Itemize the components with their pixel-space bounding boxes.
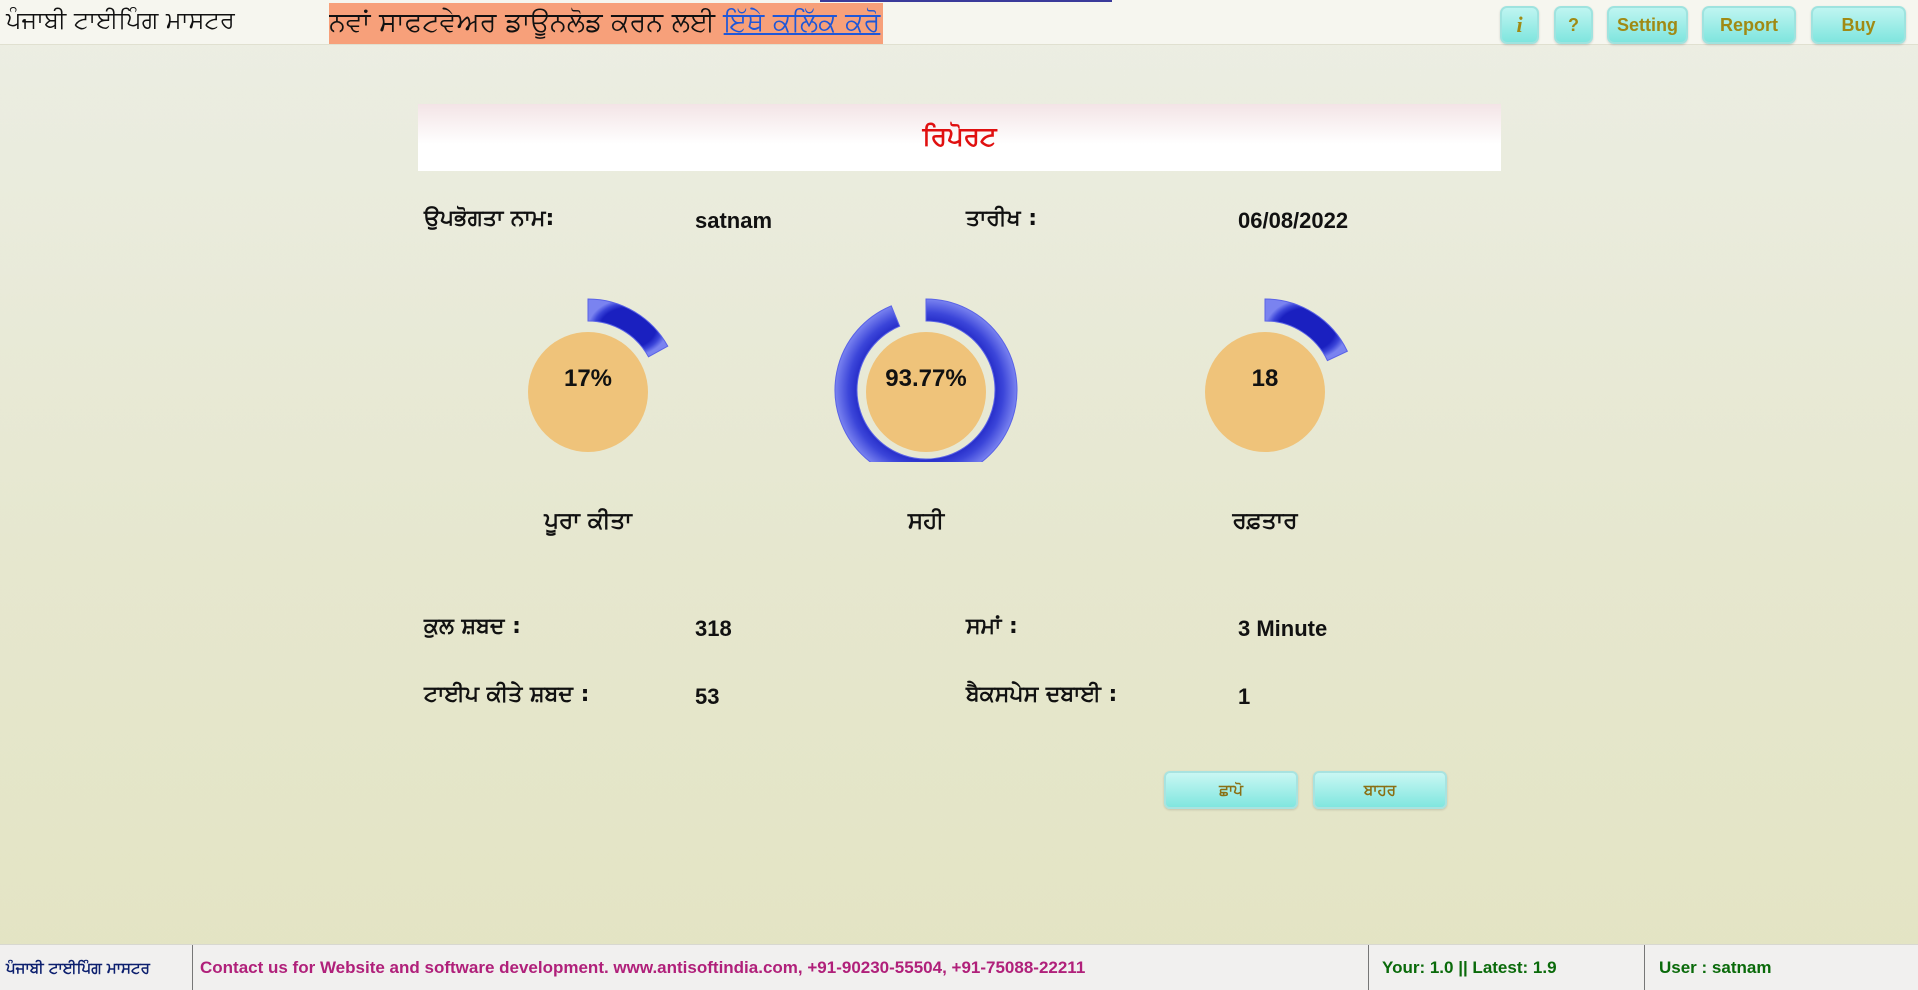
backspace-label: ਬੈਕਸਪੇਸ ਦਬਾਈ : [966, 682, 1118, 707]
footer-contact: Contact us for Website and software deve… [200, 958, 1086, 977]
accuracy-gauge: 93.77% [826, 292, 1026, 462]
completed-gauge-value: 17% [563, 365, 613, 392]
backspace-value: 1 [1238, 684, 1251, 709]
typed-words-value: 53 [695, 684, 720, 709]
buy-button[interactable]: Buy [1811, 6, 1906, 44]
user-name-value: satnam [695, 208, 773, 233]
total-words-label: ਕੁਲ ਸ਼ਬਦ : [424, 614, 521, 639]
download-link[interactable]: ਇੱਥੇ ਕਲਿੱਕ ਕਰੋ [724, 7, 881, 38]
status-bar: ਪੰਜਾਬੀ ਟਾਈਪਿੰਗ ਮਾਸਟਰ Contact us for Webs… [0, 944, 1918, 990]
completed-caption: ਪੂਰਾ ਕੀਤਾ [544, 508, 632, 534]
completed-gauge: 17% [488, 292, 688, 462]
info-button[interactable]: i [1500, 6, 1539, 44]
report-button[interactable]: Report [1702, 6, 1796, 44]
print-button[interactable]: ਛਾਪੋ [1164, 771, 1298, 809]
help-button[interactable]: ? [1554, 6, 1593, 44]
setting-button[interactable]: Setting [1607, 6, 1688, 44]
app-title: ਪੰਜਾਬੀ ਟਾਈਪਿੰਗ ਮਾਸਟਰ [6, 6, 235, 34]
speed-gauge-value: 18 [1251, 365, 1279, 392]
top-bar: ਪੰਜਾਬੀ ਟਾਈਪਿੰਗ ਮਾਸਟਰ ਨਵਾਂ ਸਾਫਟਵੇਅਰ ਡਾਊਨਲ… [0, 0, 1918, 45]
footer-app-name: ਪੰਜਾਬੀ ਟਾਈਪਿੰਗ ਮਾਸਟਰ [6, 959, 150, 977]
footer-divider [192, 945, 193, 990]
typed-words-label: ਟਾਈਪ ਕੀਤੇ ਸ਼ਬਦ : [424, 682, 590, 707]
speed-caption: ਰਫ਼ਤਾਰ [1232, 508, 1298, 534]
user-name-label: ਉਪਭੋਗਤਾ ਨਾਮ: [424, 206, 555, 231]
top-divider-line [820, 0, 1112, 2]
accuracy-gauge-value: 93.77% [885, 365, 967, 392]
promo-banner: ਨਵਾਂ ਸਾਫਟਵੇਅਰ ਡਾਊਨਲੋਡ ਕਰਨ ਲਈ ਇੱਥੇ ਕਲਿੱਕ … [329, 3, 883, 44]
report-title: ਰਿਪੋਰਟ [922, 122, 997, 152]
promo-text: ਨਵਾਂ ਸਾਫਟਵੇਅਰ ਡਾਊਨਲੋਡ ਕਰਨ ਲਈ [329, 7, 724, 38]
exit-button[interactable]: ਬਾਹਰ [1313, 771, 1447, 809]
time-label: ਸਮਾਂ : [966, 614, 1018, 639]
total-words-value: 318 [695, 616, 732, 641]
date-value: 06/08/2022 [1238, 208, 1349, 233]
footer-divider [1368, 945, 1369, 990]
footer-version: Your: 1.0 || Latest: 1.9 [1382, 958, 1557, 977]
speed-gauge: 18 [1165, 292, 1365, 462]
footer-divider [1644, 945, 1645, 990]
date-label: ਤਾਰੀਖ : [966, 206, 1038, 231]
time-value: 3 Minute [1238, 616, 1328, 641]
accuracy-caption: ਸਹੀ [907, 508, 945, 534]
report-title-bar: ਰਿਪੋਰਟ [418, 104, 1501, 171]
footer-user: User : satnam [1659, 958, 1772, 977]
